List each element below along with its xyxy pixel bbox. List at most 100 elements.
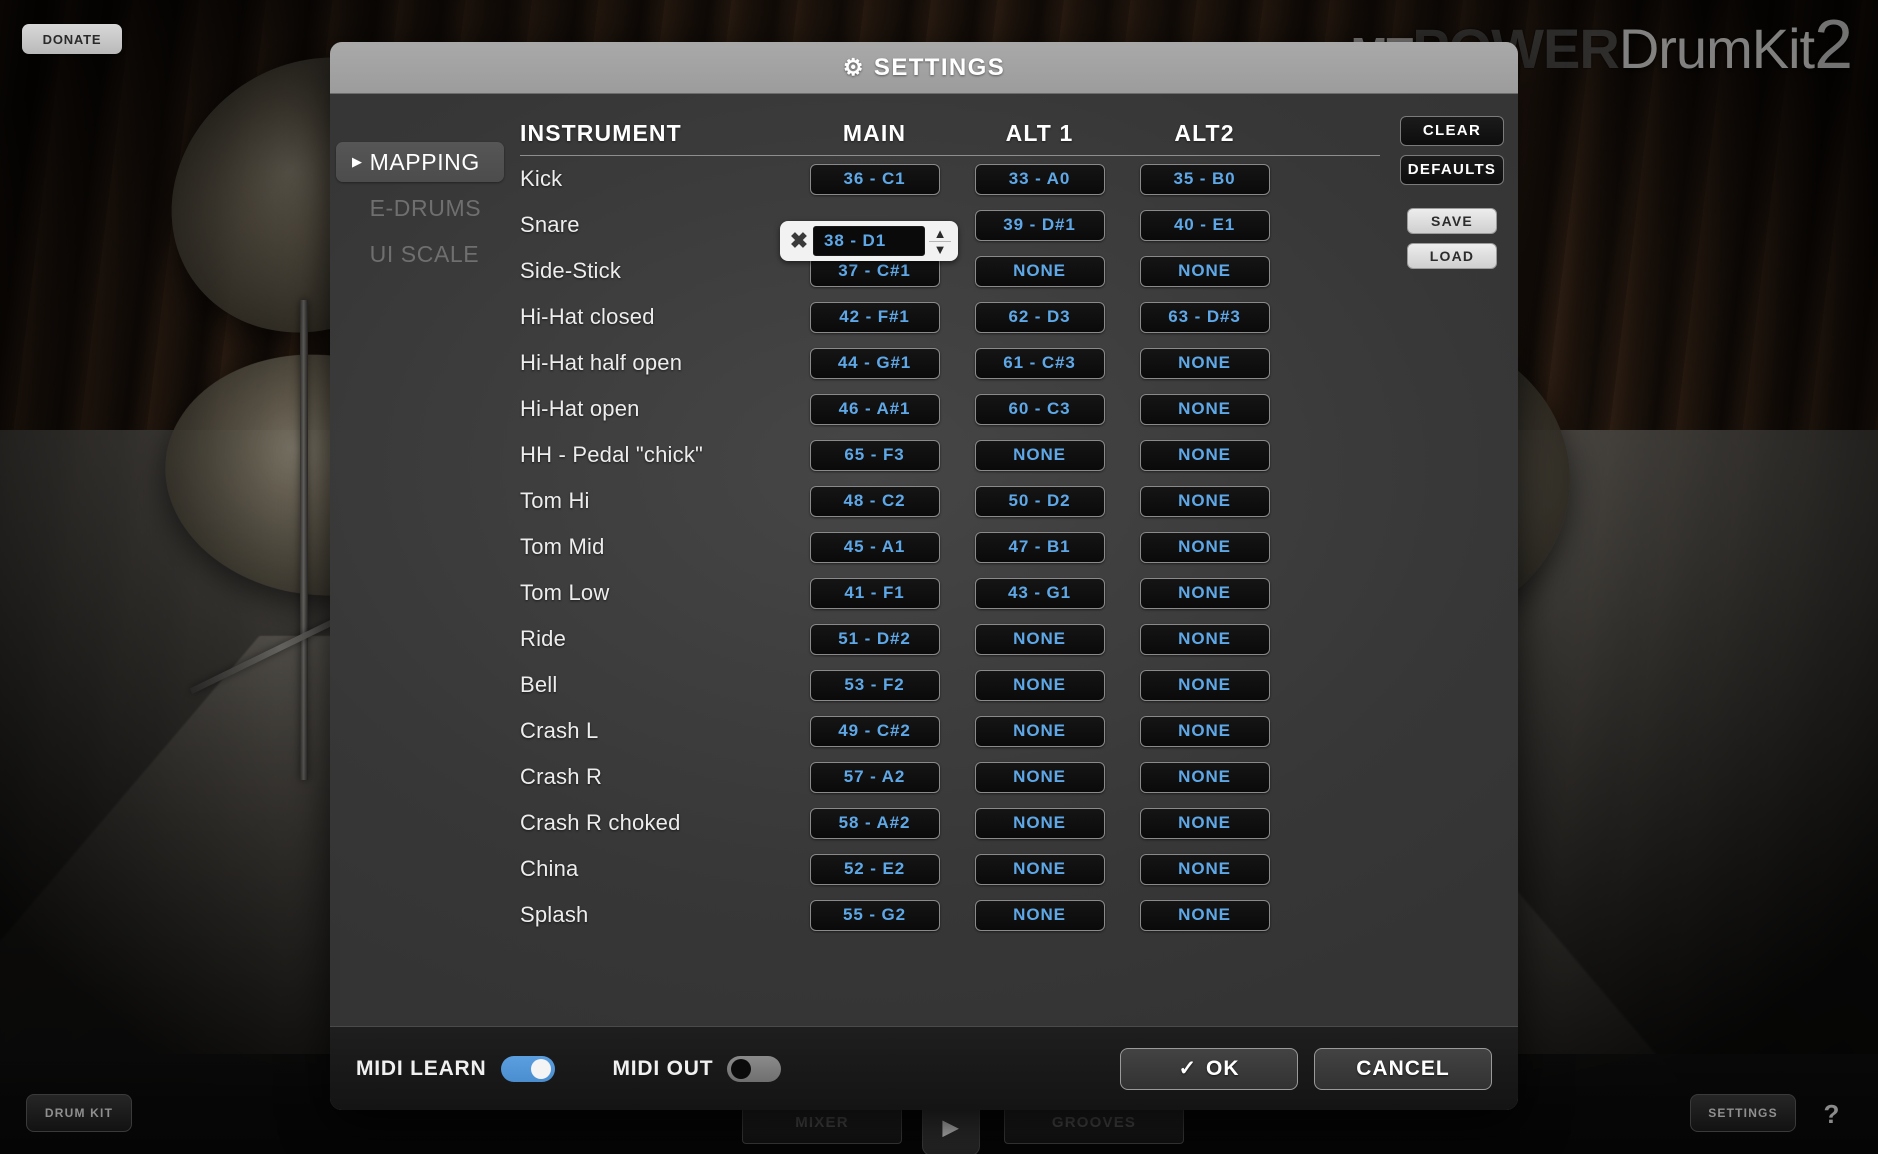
note-value-button[interactable]: 55 - G2 [809,899,940,931]
drum-kit-tab[interactable]: DRUM KIT [26,1094,132,1132]
note-value-button[interactable]: 48 - C2 [809,485,940,517]
note-cell-alt2: NONE [1122,669,1287,701]
note-value-button[interactable]: NONE [974,807,1105,839]
note-value-button[interactable]: 63 - D#3 [1139,301,1270,333]
note-value-button[interactable]: 57 - A2 [809,761,940,793]
note-value-button[interactable]: 65 - F3 [809,439,940,471]
note-value-button[interactable]: 35 - B0 [1139,163,1270,195]
note-value-button[interactable]: 43 - G1 [974,577,1105,609]
actions-spacer [1400,194,1504,208]
note-value-button[interactable]: NONE [1139,577,1270,609]
note-cell-main: 51 - D#2 [792,623,957,655]
column-header-main: MAIN [842,120,907,146]
note-value-button[interactable]: NONE [974,853,1105,885]
note-value-button[interactable]: 52 - E2 [809,853,940,885]
midi-out-label: MIDI OUT [612,1056,714,1080]
note-cell-alt2: NONE [1122,899,1287,931]
note-value-button[interactable]: 49 - C#2 [809,715,940,747]
note-cell-alt1: 61 - C#3 [957,347,1122,379]
note-cell-main: 52 - E2 [792,853,957,885]
note-value-button[interactable]: 47 - B1 [974,531,1105,563]
note-value-button[interactable]: 45 - A1 [809,531,940,563]
note-value-button[interactable]: NONE [1139,439,1270,471]
sidebar-item-edrums[interactable]: ▶ E-DRUMS [336,188,504,228]
note-cell-alt1: 33 - A0 [957,163,1122,195]
note-value-button[interactable]: 60 - C3 [974,393,1105,425]
note-value-button[interactable]: 33 - A0 [974,163,1105,195]
note-value-button[interactable]: 42 - F#1 [809,301,940,333]
note-cell-alt2: NONE [1122,255,1287,287]
table-row: Hi-Hat open 46 - A#1 60 - C3 NONE [520,386,1380,432]
cancel-button[interactable]: CANCEL [1314,1047,1492,1090]
table-row: Tom Low 41 - F1 43 - G1 NONE [520,570,1380,616]
note-value-button[interactable]: 61 - C#3 [974,347,1105,379]
note-value-button[interactable]: NONE [974,715,1105,747]
note-value-button[interactable]: NONE [1139,255,1270,287]
stepper-down-icon[interactable]: ▼ [934,243,947,256]
note-value-button[interactable]: NONE [1139,531,1270,563]
note-value-button[interactable]: 39 - D#1 [974,209,1105,241]
note-value-button[interactable]: NONE [974,623,1105,655]
note-value-button[interactable]: 46 - A#1 [809,393,940,425]
midi-out-toggle[interactable] [727,1055,782,1082]
note-value-button[interactable]: NONE [1139,807,1270,839]
note-value-button[interactable]: 53 - F2 [809,669,940,701]
note-value-button[interactable]: 36 - C1 [809,163,940,195]
note-cell-alt2: NONE [1122,761,1287,793]
instrument-name: Tom Low [520,580,610,605]
clear-button[interactable]: CLEAR [1400,116,1504,146]
note-cell-alt2: NONE [1122,439,1287,471]
note-value-button[interactable]: NONE [1139,853,1270,885]
note-value-button[interactable]: NONE [974,255,1105,287]
note-value-button[interactable]: 50 - D2 [974,485,1105,517]
note-value-button[interactable]: NONE [974,761,1105,793]
ok-button[interactable]: ✓ OK [1120,1047,1298,1090]
defaults-button[interactable]: DEFAULTS [1400,155,1504,185]
note-value-button[interactable]: NONE [1139,761,1270,793]
check-icon: ✓ [1178,1057,1198,1080]
note-value-button[interactable]: NONE [974,899,1105,931]
clear-mapping-icon[interactable]: ✖ [785,227,813,255]
note-value-button[interactable]: NONE [1139,669,1270,701]
note-value-button[interactable]: 40 - E1 [1139,209,1270,241]
help-icon[interactable]: ? [1812,1094,1852,1134]
note-value-button[interactable]: 44 - G#1 [809,347,940,379]
table-row: Hi-Hat half open 44 - G#1 61 - C#3 NONE [520,340,1380,386]
table-row: Bell 53 - F2 NONE NONE [520,662,1380,708]
stepper-up-icon[interactable]: ▲ [934,227,947,240]
note-cell-alt2: NONE [1122,347,1287,379]
load-button[interactable]: LOAD [1407,243,1497,269]
save-button[interactable]: SAVE [1407,208,1497,234]
table-body: Kick 36 - C1 33 - A0 35 - B0 Snare ✖ 38 - D1 ▲ ▼… [520,156,1380,938]
sidebar-item-ui-scale[interactable]: ▶ UI SCALE [336,234,504,274]
note-value-button[interactable]: NONE [1139,485,1270,517]
note-value-button[interactable]: 58 - A#2 [809,807,940,839]
note-value-button[interactable]: NONE [1139,899,1270,931]
instrument-name: Tom Mid [520,534,605,559]
donate-button[interactable]: DONATE [22,24,122,54]
note-cell-alt1: NONE [957,715,1122,747]
sidebar-item-mapping[interactable]: ▶ MAPPING [336,142,504,182]
note-value-button[interactable]: NONE [974,439,1105,471]
note-cell-main: 41 - F1 [792,577,957,609]
note-value-button[interactable]: NONE [974,669,1105,701]
midi-out-group: MIDI OUT [612,1055,782,1082]
settings-tab[interactable]: SETTINGS [1690,1094,1796,1132]
table-row: China 52 - E2 NONE NONE [520,846,1380,892]
instrument-name: Crash R choked [520,810,681,835]
note-value-button[interactable]: 41 - F1 [809,577,940,609]
note-cell-alt2: NONE [1122,485,1287,517]
note-value-button[interactable]: 51 - D#2 [809,623,940,655]
note-value-button[interactable]: NONE [1139,393,1270,425]
note-value-button[interactable]: NONE [1139,715,1270,747]
note-cell-alt1: 60 - C3 [957,393,1122,425]
midi-learn-toggle[interactable] [500,1055,555,1082]
note-value-button[interactable]: 62 - D3 [974,301,1105,333]
note-input[interactable]: 38 - D1 [813,226,925,256]
note-value-button[interactable]: NONE [1139,623,1270,655]
note-cell-alt1: 43 - G1 [957,577,1122,609]
table-row: Crash R 57 - A2 NONE NONE [520,754,1380,800]
note-cell-main: 55 - G2 [792,899,957,931]
note-value-button[interactable]: NONE [1139,347,1270,379]
toggle-knob [530,1058,551,1079]
